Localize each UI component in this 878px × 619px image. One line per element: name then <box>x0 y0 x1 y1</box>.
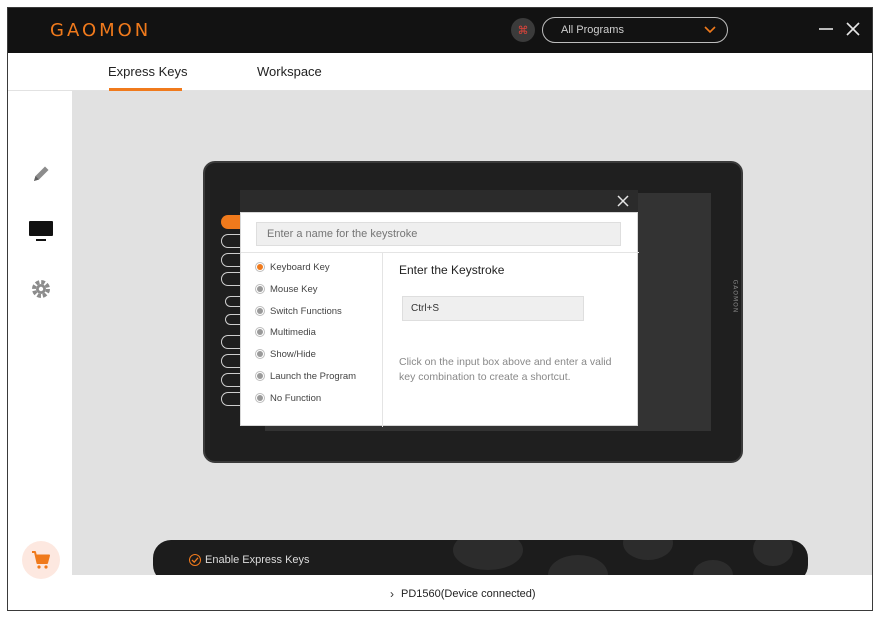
close-window-button[interactable] <box>844 20 862 38</box>
minimize-button[interactable] <box>817 20 835 38</box>
option-launch-program[interactable]: Launch the Program <box>255 369 356 383</box>
enable-express-keys-toggle[interactable]: Enable Express Keys <box>189 554 310 566</box>
option-mouse-key[interactable]: Mouse Key <box>255 282 318 296</box>
device-status-label: PD1560(Device connected) <box>401 588 536 600</box>
cart-icon <box>32 551 50 569</box>
enable-express-keys-label: Enable Express Keys <box>205 554 310 566</box>
sidebar-item-settings[interactable] <box>26 274 56 304</box>
option-keyboard-key[interactable]: Keyboard Key <box>255 260 330 274</box>
sidebar-item-display[interactable] <box>26 216 56 246</box>
shop-button[interactable] <box>22 541 60 579</box>
sidebar <box>8 91 72 579</box>
tab-bar: Express Keys Workspace <box>8 53 872 91</box>
dialog-titlebar <box>240 190 638 212</box>
app-logo: GAOMON <box>50 20 152 41</box>
radio-icon <box>255 349 265 359</box>
option-no-function[interactable]: No Function <box>255 391 321 405</box>
pen-icon <box>34 166 49 181</box>
radio-icon <box>255 306 265 316</box>
tab-workspace[interactable]: Workspace <box>257 64 322 79</box>
keystroke-name-input[interactable] <box>256 222 621 246</box>
dialog-vertical-divider <box>382 253 383 427</box>
radio-icon <box>255 284 265 294</box>
sidebar-item-pen[interactable] <box>26 159 56 189</box>
option-label: No Function <box>270 392 322 404</box>
dialog-close-button[interactable] <box>615 193 631 209</box>
gear-icon <box>32 280 50 298</box>
status-bar: › PD1560(Device connected) <box>72 575 872 610</box>
keystroke-dialog: Keyboard Key Mouse Key Switch Functions … <box>240 212 639 427</box>
option-label: Mouse Key <box>270 283 318 295</box>
chevron-down-icon <box>704 26 716 34</box>
radio-icon <box>255 327 265 337</box>
check-icon <box>189 554 201 566</box>
option-show-hide[interactable]: Show/Hide <box>255 347 316 361</box>
option-label: Keyboard Key <box>270 261 330 273</box>
radio-icon <box>255 371 265 381</box>
option-label: Launch the Program <box>270 370 357 382</box>
red-badge-icon[interactable]: ⌘ <box>511 18 535 42</box>
monitor-icon <box>29 221 53 241</box>
tab-express-keys[interactable]: Express Keys <box>108 64 187 79</box>
program-select[interactable]: All Programs <box>542 17 728 43</box>
radio-icon <box>255 393 265 403</box>
option-multimedia[interactable]: Multimedia <box>255 325 316 339</box>
option-switch-functions[interactable]: Switch Functions <box>255 304 342 318</box>
chevron-right-icon: › <box>390 587 394 601</box>
keystroke-input[interactable] <box>402 296 584 321</box>
device-status[interactable]: › PD1560(Device connected) <box>390 587 536 601</box>
keystroke-title: Enter the Keystroke <box>399 263 505 277</box>
radio-selected-icon <box>255 262 265 272</box>
program-select-value: All Programs <box>561 24 624 36</box>
option-label: Show/Hide <box>270 348 316 360</box>
title-bar: GAOMON ⌘ All Programs <box>8 8 872 53</box>
tablet-brand-mark: GAOMON <box>731 279 739 314</box>
option-label: Multimedia <box>270 326 316 338</box>
keystroke-help-text: Click on the input box above and enter a… <box>399 356 612 383</box>
dialog-divider <box>241 252 639 253</box>
option-label: Switch Functions <box>270 305 342 317</box>
